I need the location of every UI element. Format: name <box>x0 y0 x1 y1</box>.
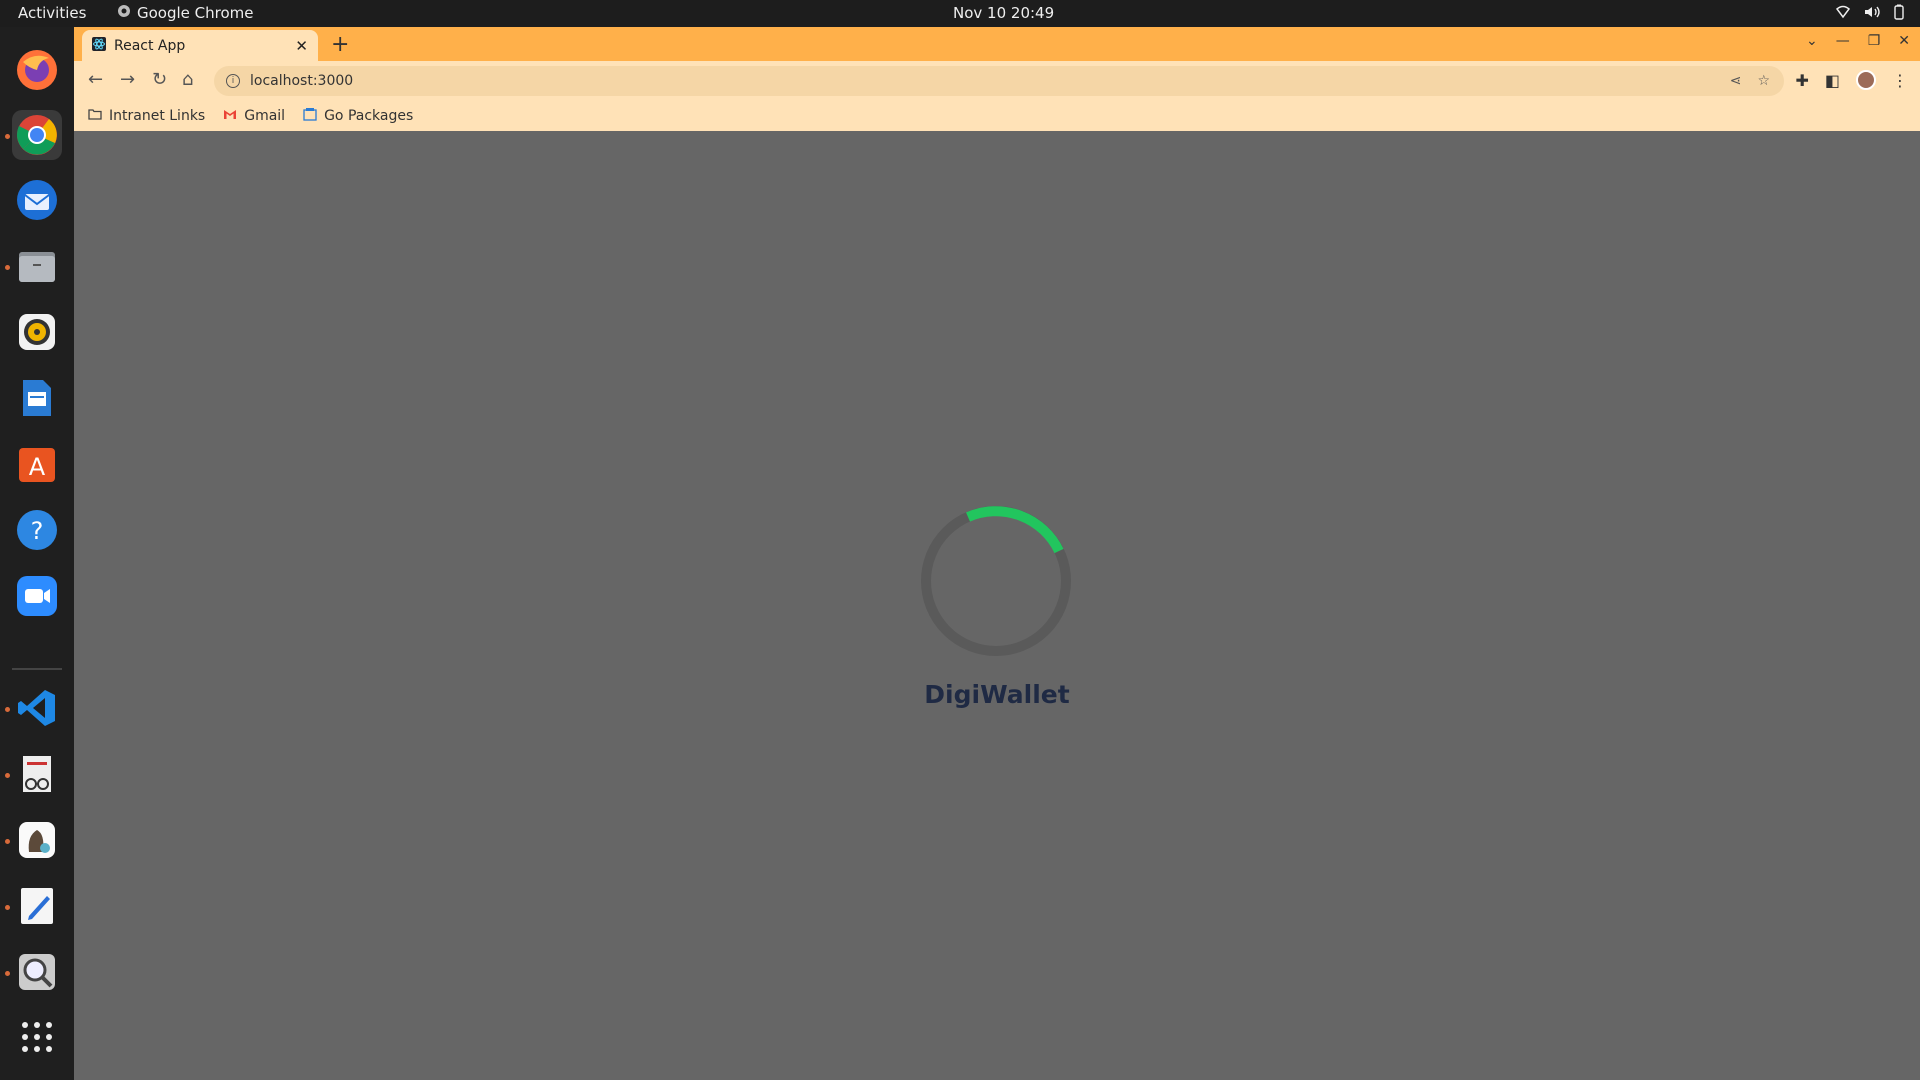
bookmark-go-packages[interactable]: Go Packages <box>303 107 413 125</box>
writer-icon[interactable] <box>12 373 62 423</box>
go-packages-icon <box>303 107 317 125</box>
search-icon[interactable] <box>12 947 62 997</box>
toolbar-right: ✚ ◧ ⋮ <box>1795 70 1908 90</box>
window-controls: ⌄ — ❐ ✕ <box>1806 33 1910 49</box>
system-tray[interactable] <box>1835 4 1904 24</box>
activities-button[interactable]: Activities <box>18 4 86 22</box>
clock[interactable]: Nov 10 20:49 <box>953 4 1054 22</box>
react-favicon-icon <box>92 36 106 55</box>
bookmark-intranet-links[interactable]: Intranet Links <box>88 108 205 124</box>
side-panel-icon[interactable]: ◧ <box>1825 71 1840 90</box>
rhythmbox-icon[interactable] <box>12 307 62 357</box>
firefox-icon[interactable] <box>12 45 62 95</box>
thunderbird-icon[interactable] <box>12 175 62 225</box>
page-content: DigiWallet <box>74 131 1920 1080</box>
loading-spinner <box>921 506 1071 656</box>
forward-button[interactable]: → <box>120 69 135 90</box>
system-top-bar: Activities Google Chrome Nov 10 20:49 <box>0 0 1920 27</box>
url-text: localhost:3000 <box>250 73 354 89</box>
spinner-arc <box>966 506 1064 554</box>
home-button[interactable]: ⌂ <box>182 69 193 90</box>
battery-icon <box>1894 4 1904 24</box>
gmail-icon <box>223 108 237 124</box>
svg-text:?: ? <box>31 517 44 545</box>
folder-icon <box>88 108 102 124</box>
new-tab-button[interactable]: + <box>331 32 349 57</box>
app-center-icon[interactable]: A <box>12 439 62 489</box>
brand-title: DigiWallet <box>924 680 1070 709</box>
bookmark-star-icon[interactable]: ☆ <box>1757 73 1770 89</box>
gimp-icon[interactable] <box>12 815 62 865</box>
tab-react-app[interactable]: React App ✕ <box>82 30 318 61</box>
files-icon[interactable] <box>12 241 62 291</box>
help-icon[interactable]: ? <box>12 505 62 555</box>
site-info-icon[interactable]: i <box>226 74 240 88</box>
address-bar[interactable]: i localhost:3000 ⋖ ☆ <box>214 66 1784 96</box>
app-grid-icon[interactable] <box>12 1012 62 1062</box>
app-menu[interactable]: Google Chrome <box>117 4 254 22</box>
bookmark-gmail[interactable]: Gmail <box>223 108 285 124</box>
tab-title: React App <box>114 37 186 54</box>
minimize-button[interactable]: — <box>1836 33 1850 49</box>
chrome-small-icon <box>117 4 131 22</box>
tab-close-icon[interactable]: ✕ <box>295 37 308 55</box>
zoom-icon[interactable] <box>12 571 62 621</box>
browser-window: React App ✕ + ⌄ — ❐ ✕ ← → ↻ ⌂ i localhos… <box>74 27 1920 131</box>
reload-button[interactable]: ↻ <box>152 69 167 90</box>
tab-strip: React App ✕ + ⌄ — ❐ ✕ <box>74 27 1920 61</box>
extensions-icon[interactable]: ✚ <box>1795 71 1808 90</box>
dock: A ? <box>0 27 74 1080</box>
bookmark-label: Go Packages <box>324 108 414 124</box>
bookmark-label: Gmail <box>244 108 286 124</box>
close-window-button[interactable]: ✕ <box>1898 33 1910 49</box>
avatar[interactable] <box>1856 70 1876 90</box>
app-name-label: Google Chrome <box>137 4 254 22</box>
share-icon[interactable]: ⋖ <box>1730 73 1742 89</box>
svg-text:A: A <box>29 453 46 481</box>
dock-separator <box>12 668 62 670</box>
chrome-icon[interactable] <box>12 110 62 160</box>
back-button[interactable]: ← <box>88 69 103 90</box>
bookmarks-bar: Intranet Links Gmail Go Packages <box>74 101 1920 131</box>
network-icon <box>1835 5 1851 23</box>
browser-toolbar: ← → ↻ ⌂ i localhost:3000 ⋖ ☆ ✚ ◧ ⋮ <box>74 61 1920 101</box>
menu-kebab-icon[interactable]: ⋮ <box>1892 71 1908 90</box>
omnibox-actions: ⋖ ☆ <box>1730 66 1770 96</box>
document-viewer-icon[interactable] <box>12 749 62 799</box>
bookmark-label: Intranet Links <box>109 108 206 124</box>
text-editor-icon[interactable] <box>12 881 62 931</box>
vscode-icon[interactable] <box>12 683 62 733</box>
tab-search-icon[interactable]: ⌄ <box>1806 33 1818 49</box>
volume-icon <box>1864 5 1880 23</box>
restore-button[interactable]: ❐ <box>1868 33 1881 49</box>
